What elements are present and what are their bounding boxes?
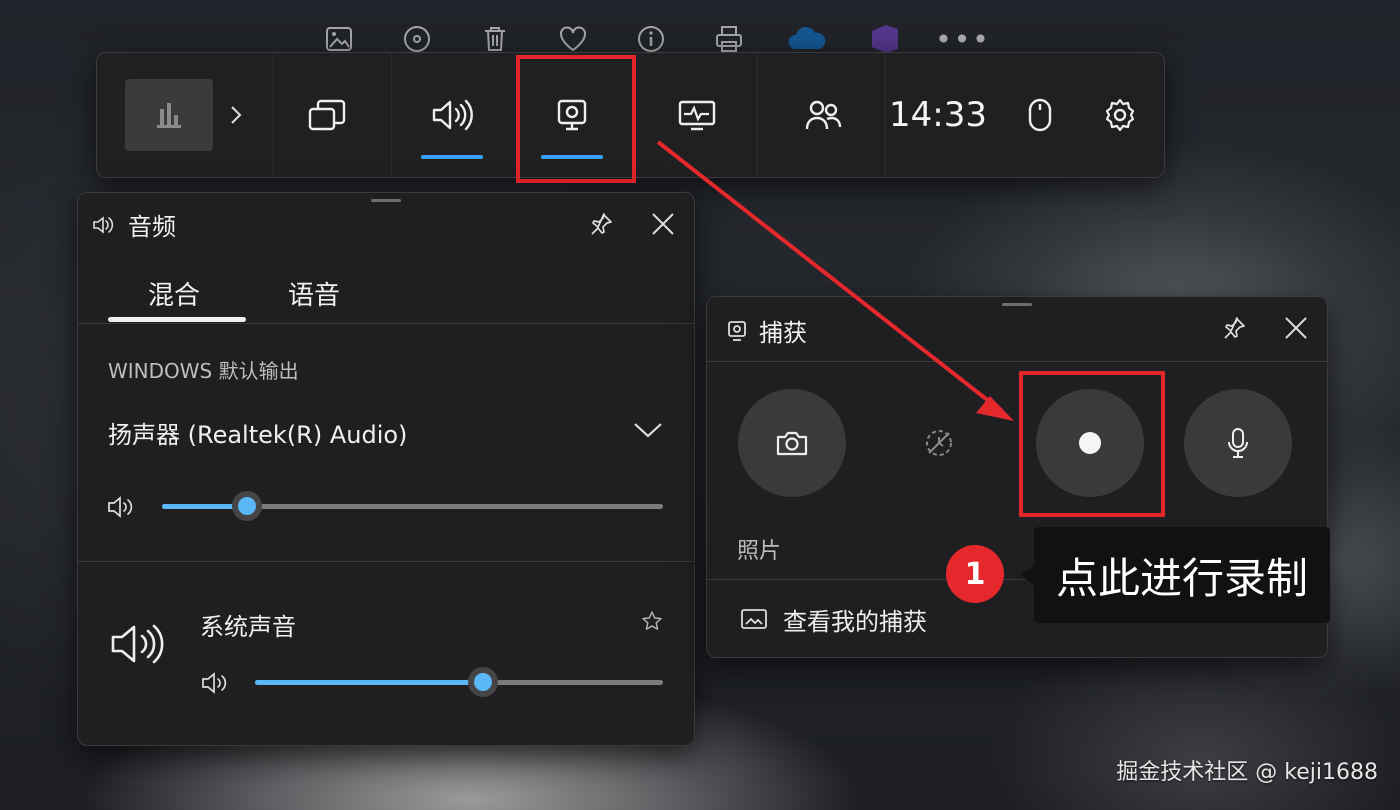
callout-label: 点此进行录制 <box>1020 527 1330 623</box>
watermark: 掘金技术社区 @ keji1688 <box>1116 760 1378 785</box>
annotation-arrow <box>656 140 1014 421</box>
step-badge: 1 <box>946 545 1004 603</box>
